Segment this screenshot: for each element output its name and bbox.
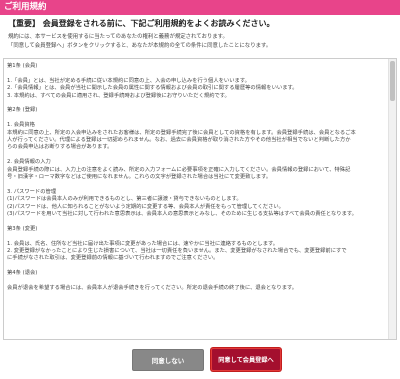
- terms-line: 2.「会員情報」とは、会員が当社に開示した会員の属性に関する情報および会員の取引…: [7, 85, 298, 92]
- intro-line: 「同意して会員登録へ」ボタンをクリックすると、あなたが本規約の全ての条件に同意し…: [8, 42, 272, 49]
- terms-line: 会員登録手続の際には、入力上の注意をよく読み、所定の入力フォームに必要事項を正確…: [7, 166, 351, 173]
- terms-line: (2)パスワードは、他人に知られることがないよう定期的に変更する等、会員本人が責…: [7, 203, 284, 210]
- terms-spacer: [7, 152, 382, 159]
- terms-line: 本規約に同意の上、所定の入会申込みをされたお客様は、所定の登録手続完了後に会員と…: [7, 129, 356, 136]
- terms-line: 第3条 (変更): [7, 225, 38, 232]
- important-notice: 【重要】 会員登録をされる前に、下記ご利用規約をよくお読みください。: [8, 19, 275, 28]
- terms-spacer: [7, 100, 382, 107]
- terms-line: 会員が退会を希望する場合には、会員本人が退会手続きを行ってください。所定の退会手…: [7, 285, 298, 292]
- terms-line: 号・旧漢字・ローマ数字などはご使用になれません。これらの文字が登録された場合は当…: [7, 174, 272, 181]
- terms-line: に手続がなされた取引は、変更登録前の情報に基づいて行われますのでご注意ください。: [7, 255, 219, 262]
- page-title: ご利用規約: [4, 2, 47, 12]
- terms-line: 1. 会員資格: [7, 122, 35, 129]
- terms-spacer: [7, 115, 382, 122]
- terms-line: らの会員申込はお断りする場合があります。: [7, 144, 113, 151]
- terms-line: 3. 本規約は、すべての会員に適用され、登録手続時および登録後にお守りいただく規…: [7, 92, 230, 99]
- terms-line: 第2条 (登録): [7, 107, 38, 114]
- terms-line: (1)パスワードは会員本人のみが利用できるものとし、第三者に譲渡・貸与できないも…: [7, 196, 242, 203]
- intro-line: 規約には、本サービスを使用するに当たってのあなたの権利と義務が規定されております…: [8, 34, 228, 40]
- terms-line: 第4条 (退会): [7, 270, 38, 277]
- terms-spacer: [7, 278, 382, 285]
- terms-line: 1. 会員は、氏名、住所など当社に届け出た事項に変更があった場合には、速やかに当…: [7, 240, 279, 247]
- scrollbar-thumb[interactable]: [390, 61, 395, 101]
- decline-button[interactable]: 同意しない: [132, 349, 204, 371]
- terms-spacer: [7, 218, 382, 225]
- terms-spacer: [7, 70, 382, 77]
- terms-line: 第1条 (会員): [7, 63, 38, 69]
- intro-text: 規約には、本サービスを使用するに当たってのあなたの権利と義務が規定されております…: [8, 33, 392, 50]
- terms-content: 第1条 (会員) 1.「会員」とは、当社が定める手続に従い本規約に同意の上、入会の…: [4, 59, 396, 292]
- terms-line: (3)パスワードを用いて当社に対して行われた意思表示は、会員本人の意思表示とみな…: [7, 211, 357, 218]
- agree-and-register-button[interactable]: 同意して会員登録へ: [211, 348, 281, 371]
- terms-spacer: [7, 233, 382, 240]
- terms-scrollbar[interactable]: [388, 59, 396, 339]
- terms-scroll-box[interactable]: 第1条 (会員) 1.「会員」とは、当社が定める手続に従い本規約に同意の上、入会の…: [3, 58, 397, 340]
- terms-line: 2. 会員情報の入力: [7, 159, 51, 166]
- page-title-bar: ご利用規約: [0, 0, 400, 15]
- terms-spacer: [7, 181, 382, 188]
- terms-spacer: [7, 263, 382, 270]
